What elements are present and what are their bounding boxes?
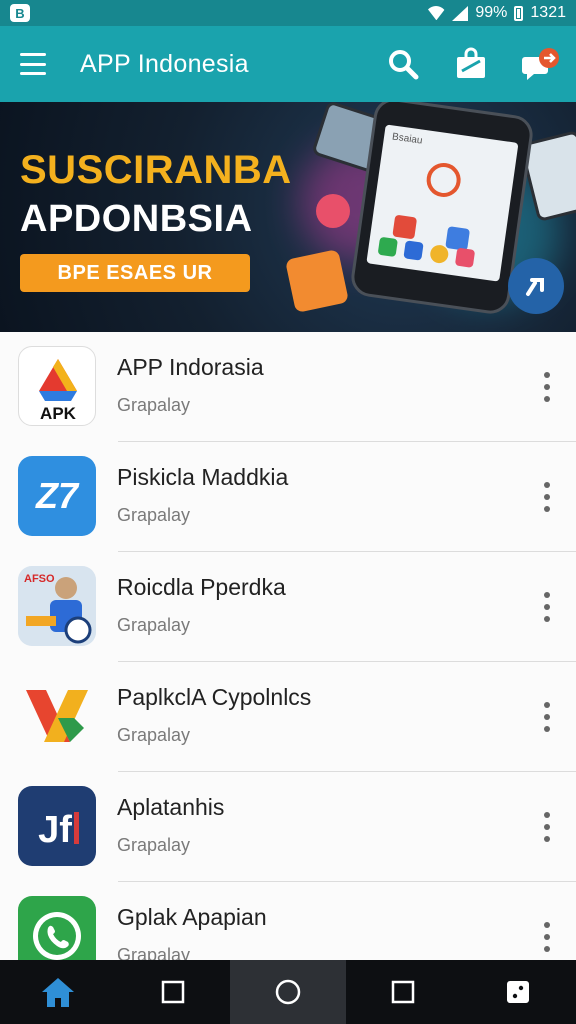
phone-dock-icon [454, 247, 476, 268]
banner-subheadline: APDONBSIA [20, 198, 253, 240]
bottom-nav [0, 960, 576, 1024]
more-options-icon[interactable] [540, 482, 554, 512]
shopping-bag-icon[interactable] [454, 47, 488, 81]
app-name: APP Indorasia [117, 354, 264, 380]
apk-logo-text: APK [40, 404, 77, 423]
more-options-icon[interactable] [540, 812, 554, 842]
phone-app-icon [392, 214, 418, 240]
list-item-text: Roicdla Pperdka Grapalay [117, 574, 286, 636]
list-item[interactable]: APK APP Indorasia Grapalay [0, 332, 576, 442]
list-item[interactable]: Z7 Piskicla Maddkia Grapalay [0, 442, 576, 552]
whatsapp-logo-icon [18, 896, 96, 960]
home-icon [41, 978, 74, 1007]
arrow-up-right-icon [526, 278, 544, 296]
app-publisher: Grapalay [117, 945, 191, 960]
list-item[interactable]: PaplkclA Cypolnlcs Grapalay [0, 662, 576, 772]
phone-app-icon [445, 226, 471, 251]
nav-home[interactable] [0, 960, 115, 1024]
app-list: APK APP Indorasia Grapalay Z7 Piskicla M… [0, 332, 576, 960]
wifi-icon [427, 6, 445, 20]
nav-circle[interactable] [230, 960, 346, 1024]
phone-screen-text: Bsaiau [391, 131, 424, 147]
square-icon [391, 980, 415, 1004]
circle-icon [275, 979, 301, 1005]
more-options-icon[interactable] [540, 702, 554, 732]
battery-icon [514, 5, 524, 21]
signal-icon [452, 5, 469, 21]
nav-square-2[interactable] [346, 960, 461, 1024]
app-name: Piskicla Maddkia [117, 464, 289, 490]
app-name: Aplatanhis [117, 794, 225, 820]
nav-square[interactable] [115, 960, 230, 1024]
jf-logo-text: Jf [38, 809, 72, 851]
square-icon [161, 980, 185, 1004]
floating-app-tile [284, 248, 350, 314]
chat-notification-icon[interactable] [522, 47, 559, 81]
list-item-text: APP Indorasia Grapalay [117, 354, 264, 416]
notification-icon: B [10, 4, 30, 22]
more-options-icon[interactable] [540, 922, 554, 952]
list-item-text: Gplak Apapian Grapalay [117, 904, 267, 960]
list-item[interactable]: AFSO Roicdla Pperdka Grapalay [0, 552, 576, 662]
x-logo-icon [18, 676, 96, 756]
app-publisher: Grapalay [117, 505, 191, 525]
page-title: APP Indonesia [80, 49, 249, 78]
app-publisher: Grapalay [117, 835, 191, 855]
app-name: Roicdla Pperdka [117, 574, 286, 600]
list-item-text: PaplkclA Cypolnlcs Grapalay [117, 684, 311, 746]
battery-percent: 99% [475, 4, 508, 21]
more-options-icon[interactable] [540, 592, 554, 622]
clock: 1321 [530, 4, 566, 21]
nav-dice[interactable] [461, 960, 576, 1024]
floating-flower [316, 194, 350, 228]
phone-app-logo [424, 160, 463, 200]
jf-logo-icon: Jf [18, 786, 96, 866]
z7-logo-icon: Z7 [18, 456, 96, 536]
search-icon[interactable] [386, 47, 420, 81]
app-name: Gplak Apapian [117, 904, 267, 930]
dice-icon [507, 981, 530, 1003]
z7-logo-text: Z7 [35, 475, 80, 516]
list-item[interactable]: Gplak Apapian Grapalay [0, 882, 576, 960]
status-indicators: 99% 1321 [427, 4, 566, 22]
app-name: PaplkclA Cypolnlcs [117, 684, 312, 710]
banner-cta-button[interactable]: BPE ESAES UR [20, 254, 250, 292]
app-screen: B 99% 1321 APP Indonesia Bsaiau SUSCIRAN… [0, 0, 576, 1024]
phone-screen: Bsaiau [366, 124, 519, 282]
app-publisher: Grapalay [117, 395, 191, 415]
app-bar: APP Indonesia [0, 26, 576, 102]
list-item[interactable]: Jf Aplatanhis Grapalay [0, 772, 576, 882]
list-item-text: Piskicla Maddkia Grapalay [117, 464, 288, 526]
phone-dock-icon [403, 240, 424, 261]
app-publisher: Grapalay [117, 615, 191, 635]
apk-logo-icon: APK [18, 346, 96, 426]
person-logo-text: AFSO [24, 573, 55, 585]
list-item-text: Aplatanhis Grapalay [117, 794, 224, 856]
menu-icon[interactable] [20, 53, 46, 75]
banner-arrow-button[interactable] [508, 258, 564, 314]
status-bar: B 99% 1321 [0, 0, 576, 26]
app-bar-actions [386, 47, 559, 81]
person-logo-icon: AFSO [18, 566, 96, 646]
banner-headline: SUSCIRANBA [20, 148, 292, 192]
promo-banner[interactable]: Bsaiau SUSCIRANBA APDONBSIA BPE ESAES UR [0, 102, 576, 332]
phone-dock-icon [377, 236, 398, 258]
more-options-icon[interactable] [540, 372, 554, 402]
app-publisher: Grapalay [117, 725, 191, 745]
